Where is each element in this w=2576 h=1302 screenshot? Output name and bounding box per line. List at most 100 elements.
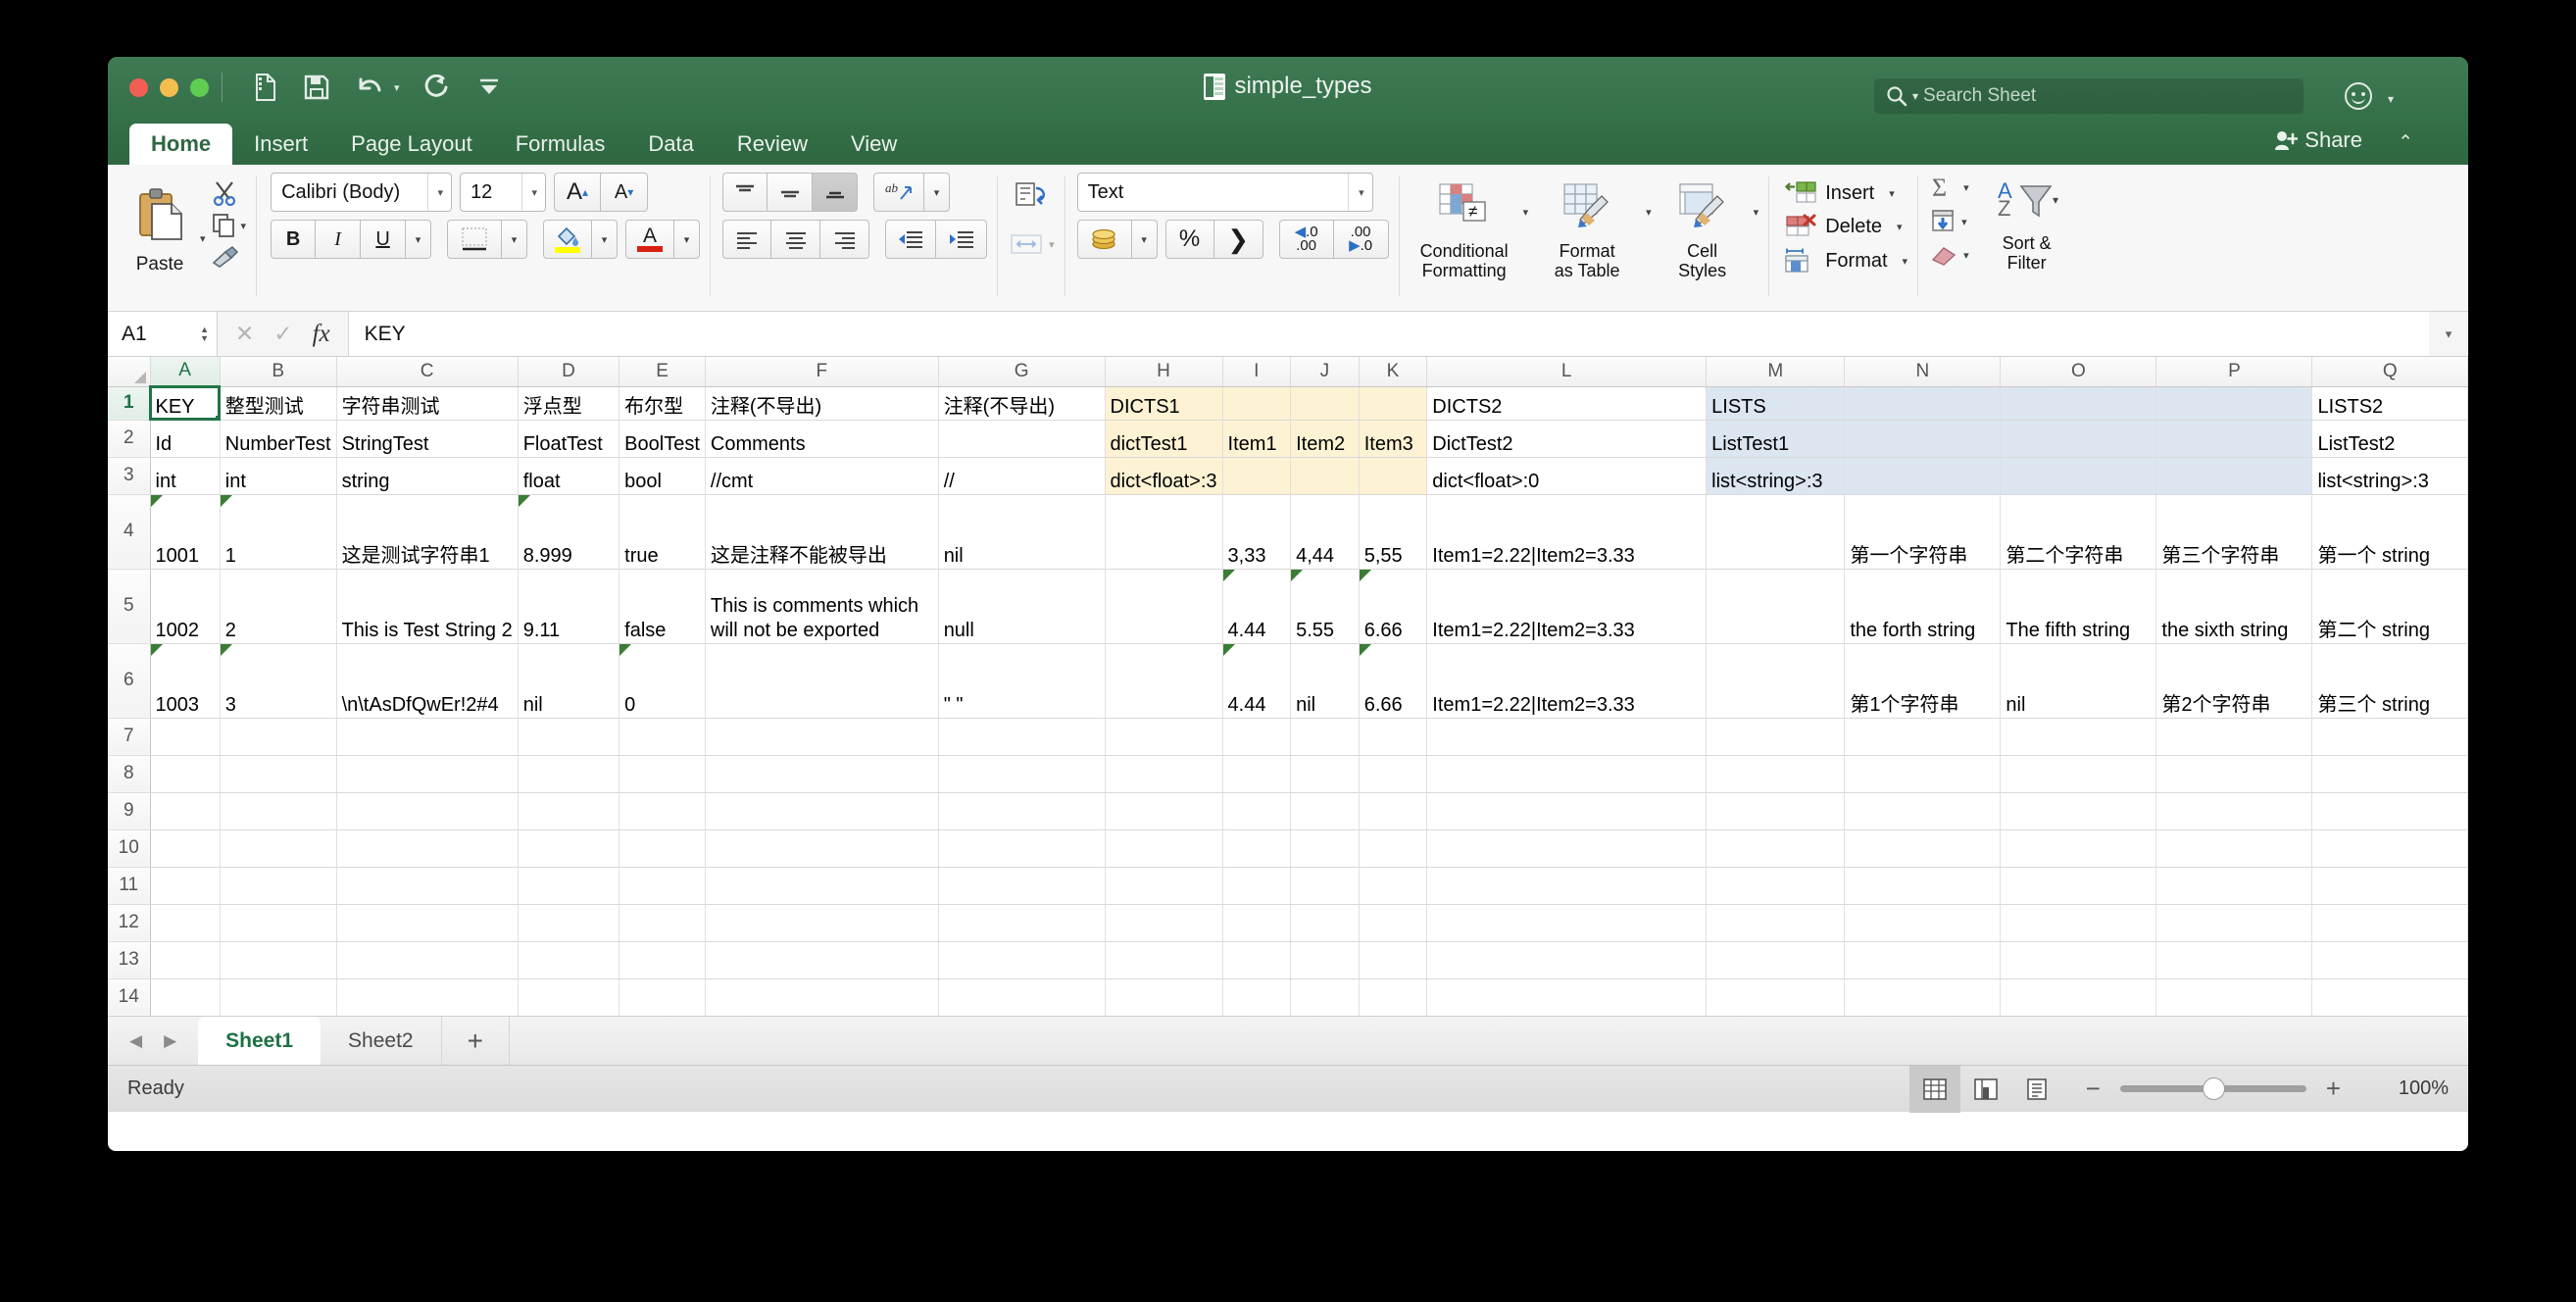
cell-I11[interactable] (1222, 867, 1291, 904)
paste-chevron-down-icon[interactable]: ▾ (200, 232, 206, 245)
cell-G12[interactable] (938, 904, 1105, 941)
cell-G13[interactable] (938, 941, 1105, 978)
cell-D6[interactable]: nil (518, 643, 619, 718)
cell-G10[interactable] (938, 829, 1105, 867)
cell-Q8[interactable] (2312, 755, 2468, 792)
cell-I2[interactable]: Item1 (1222, 420, 1291, 457)
column-header-q[interactable]: Q (2312, 357, 2468, 386)
cell-L3[interactable]: dict<float>:0 (1427, 457, 1707, 494)
cell-M6[interactable] (1707, 643, 1845, 718)
borders-chevron-down-icon[interactable]: ▾ (502, 220, 527, 259)
cell-B12[interactable] (220, 904, 336, 941)
merge-center-button[interactable]: ▾ (1010, 232, 1055, 256)
decrease-font-size-button[interactable]: A▾ (601, 173, 648, 212)
borders-button[interactable] (447, 220, 502, 259)
cell-M2[interactable]: ListTest1 (1707, 420, 1845, 457)
cell-N10[interactable] (1845, 829, 2001, 867)
cell-P7[interactable] (2156, 718, 2312, 755)
cell-Q6[interactable]: 第三个 string (2312, 643, 2468, 718)
cell-B4[interactable]: 1 (220, 494, 336, 569)
cell-L7[interactable] (1427, 718, 1707, 755)
tab-formulas[interactable]: Formulas (494, 124, 627, 165)
cell-D11[interactable] (518, 867, 619, 904)
cell-C11[interactable] (336, 867, 518, 904)
cell-D12[interactable] (518, 904, 619, 941)
cell-Q5[interactable]: 第二个 string (2312, 569, 2468, 643)
align-right-button[interactable] (820, 220, 869, 259)
conditional-formatting-button[interactable]: ≠ ConditionalFormatting (1410, 175, 1519, 304)
cell-A10[interactable] (150, 829, 220, 867)
cell-M1[interactable]: LISTS (1707, 386, 1845, 420)
customize-toolbar-icon[interactable] (472, 71, 506, 104)
row-header-10[interactable]: 10 (108, 829, 150, 867)
cell-H10[interactable] (1105, 829, 1222, 867)
cell-G6[interactable]: " " (938, 643, 1105, 718)
cell-J3[interactable] (1291, 457, 1360, 494)
row-header-6[interactable]: 6 (108, 643, 150, 718)
cell-C3[interactable]: string (336, 457, 518, 494)
cell-E5[interactable]: false (619, 569, 706, 643)
cell-N14[interactable] (1845, 978, 2001, 1016)
accounting-chevron-down-icon[interactable]: ▾ (1132, 220, 1158, 259)
cell-A12[interactable] (150, 904, 220, 941)
row-header-9[interactable]: 9 (108, 792, 150, 829)
cell-D2[interactable]: FloatTest (518, 420, 619, 457)
cell-Q3[interactable]: list<string>:3 (2312, 457, 2468, 494)
expand-formula-bar-chevron-down-icon[interactable]: ▾ (2429, 312, 2468, 356)
cell-N11[interactable] (1845, 867, 2001, 904)
tab-page-layout[interactable]: Page Layout (329, 124, 494, 165)
cell-B5[interactable]: 2 (220, 569, 336, 643)
row-header-12[interactable]: 12 (108, 904, 150, 941)
cell-H5[interactable] (1105, 569, 1222, 643)
align-top-button[interactable] (722, 173, 768, 212)
cell-B1[interactable]: 整型测试 (220, 386, 336, 420)
orientation-button[interactable]: ab (873, 173, 924, 212)
minimize-window-button[interactable] (160, 78, 178, 97)
font-size-chevron-down-icon[interactable]: ▾ (521, 174, 540, 211)
cell-L14[interactable] (1427, 978, 1707, 1016)
cell-P3[interactable] (2156, 457, 2312, 494)
search-chevron-down-icon[interactable]: ▾ (1912, 89, 1918, 103)
cell-D14[interactable] (518, 978, 619, 1016)
cell-styles-chevron-down-icon[interactable]: ▾ (1754, 206, 1759, 219)
cell-K13[interactable] (1359, 941, 1427, 978)
cell-G2[interactable] (938, 420, 1105, 457)
align-bottom-button[interactable] (813, 173, 858, 212)
share-button[interactable]: Share (2274, 127, 2362, 153)
font-color-button[interactable]: A (625, 220, 674, 259)
cell-M4[interactable] (1707, 494, 1845, 569)
clear-chevron-down-icon[interactable]: ▾ (1963, 249, 1969, 262)
cell-H11[interactable] (1105, 867, 1222, 904)
column-header-n[interactable]: N (1845, 357, 2001, 386)
cell-M5[interactable] (1707, 569, 1845, 643)
cell-M9[interactable] (1707, 792, 1845, 829)
cell-O2[interactable] (2001, 420, 2156, 457)
column-header-j[interactable]: J (1291, 357, 1360, 386)
column-header-m[interactable]: M (1707, 357, 1845, 386)
cell-B14[interactable] (220, 978, 336, 1016)
cell-E9[interactable] (619, 792, 706, 829)
clear-button[interactable]: ▾ (1930, 243, 1969, 267)
align-middle-button[interactable] (768, 173, 813, 212)
cell-J6[interactable]: nil (1291, 643, 1360, 718)
tab-view[interactable]: View (829, 124, 918, 165)
tab-insert[interactable]: Insert (232, 124, 329, 165)
cell-K12[interactable] (1359, 904, 1427, 941)
cell-O13[interactable] (2001, 941, 2156, 978)
cell-K7[interactable] (1359, 718, 1427, 755)
bold-button[interactable]: B (271, 220, 316, 259)
cell-M13[interactable] (1707, 941, 1845, 978)
cell-C7[interactable] (336, 718, 518, 755)
cell-P9[interactable] (2156, 792, 2312, 829)
decrease-decimal-button[interactable]: ◀.0.00 (1279, 220, 1334, 259)
column-header-d[interactable]: D (518, 357, 619, 386)
cell-J14[interactable] (1291, 978, 1360, 1016)
cell-M3[interactable]: list<string>:3 (1707, 457, 1845, 494)
cell-M7[interactable] (1707, 718, 1845, 755)
fill-button[interactable]: ▾ (1930, 209, 1969, 234)
align-left-button[interactable] (722, 220, 771, 259)
increase-decimal-button[interactable]: .00▶.0 (1334, 220, 1389, 259)
smiley-chevron-down-icon[interactable]: ▾ (2388, 92, 2394, 106)
cell-G7[interactable] (938, 718, 1105, 755)
column-header-h[interactable]: H (1105, 357, 1222, 386)
